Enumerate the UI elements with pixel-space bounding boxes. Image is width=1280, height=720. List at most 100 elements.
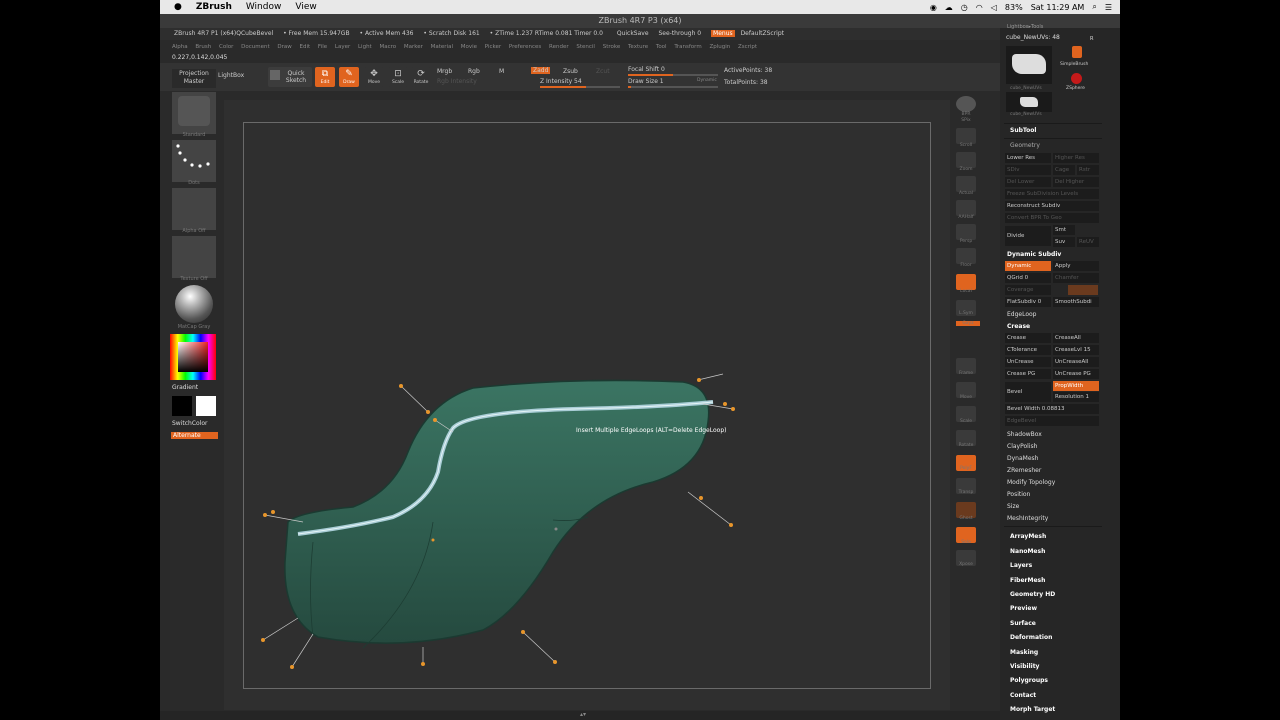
ctolerance-slider[interactable]: CTolerance bbox=[1005, 345, 1051, 355]
current-tool-slider[interactable]: cube_NewUVs: 48 bbox=[1006, 34, 1060, 41]
rotate-button[interactable]: ⟳ Rotate bbox=[411, 67, 431, 87]
projection-master-button[interactable]: Projection Master bbox=[172, 69, 216, 88]
crease-button[interactable]: Crease bbox=[1005, 333, 1051, 343]
subtool-header[interactable]: SubTool bbox=[1010, 127, 1036, 134]
edgeloop-header[interactable]: EdgeLoop bbox=[1007, 311, 1037, 318]
brush-thumbnail[interactable] bbox=[172, 92, 216, 134]
menu-transform[interactable]: Transform bbox=[674, 44, 701, 50]
sdiv-slider[interactable]: SDiv bbox=[1005, 165, 1051, 175]
resolution-slider[interactable]: Resolution 1 bbox=[1053, 392, 1099, 402]
bottom-shelf-toggle-icon[interactable]: ▴▾ bbox=[580, 711, 586, 718]
color-square[interactable] bbox=[178, 342, 208, 372]
apple-icon[interactable]: ● bbox=[174, 2, 182, 12]
edgebevel-button[interactable]: EdgeBevel bbox=[1005, 416, 1099, 426]
move-button[interactable]: ✥ Move bbox=[364, 67, 384, 87]
arraymesh-section[interactable]: ArrayMesh bbox=[1010, 533, 1046, 540]
aahalf-icon[interactable] bbox=[956, 200, 976, 216]
coverage-curve-swatch[interactable] bbox=[1068, 285, 1098, 295]
nanomesh-section[interactable]: NanoMesh bbox=[1010, 548, 1045, 555]
deformation-section[interactable]: Deformation bbox=[1010, 634, 1052, 641]
notification-icon[interactable]: ☰ bbox=[1105, 3, 1112, 12]
wifi-icon[interactable]: ◠ bbox=[976, 3, 983, 12]
menu-draw[interactable]: Draw bbox=[277, 44, 291, 50]
creaseall-button[interactable]: CreaseAll bbox=[1053, 333, 1099, 343]
clock[interactable]: Sat 11:29 AM bbox=[1031, 3, 1085, 12]
contact-section[interactable]: Contact bbox=[1010, 692, 1036, 699]
rgb-intensity-slider[interactable]: Rgb Intensity bbox=[437, 78, 477, 85]
spix-label[interactable]: SPix bbox=[952, 118, 980, 123]
spotlight-icon[interactable]: ⌕ bbox=[1092, 2, 1096, 12]
convert-bpr-button[interactable]: Convert BPR To Geo bbox=[1005, 213, 1099, 223]
uncrease-pg-button[interactable]: UnCrease PG bbox=[1053, 369, 1099, 379]
rstr-button[interactable]: Rstr bbox=[1077, 165, 1099, 175]
zsphere-icon[interactable] bbox=[1071, 73, 1082, 84]
freeze-subdiv-button[interactable]: Freeze SubDivision Levels bbox=[1005, 189, 1099, 199]
shadowbox-section[interactable]: ShadowBox bbox=[1007, 431, 1042, 438]
menu-color[interactable]: Color bbox=[219, 44, 233, 50]
menu-stroke[interactable]: Stroke bbox=[603, 44, 621, 50]
menubar-app-name[interactable]: ZBrush bbox=[196, 2, 232, 12]
bevel-button[interactable]: Bevel bbox=[1005, 382, 1051, 402]
mesh-viewport[interactable] bbox=[243, 122, 931, 689]
floor-icon[interactable] bbox=[956, 248, 976, 264]
scale-button[interactable]: ⊡ Scale bbox=[388, 67, 408, 87]
menu-layer[interactable]: Layer bbox=[335, 44, 350, 50]
flatsubdiv-slider[interactable]: FlatSubdiv 0 bbox=[1005, 297, 1051, 307]
crease-header[interactable]: Crease bbox=[1007, 323, 1030, 330]
stroke-thumbnail[interactable] bbox=[172, 140, 216, 182]
draw-button[interactable]: ✎ Draw bbox=[339, 67, 359, 87]
smt-button[interactable]: Smt bbox=[1053, 225, 1075, 235]
suv-button[interactable]: Suv bbox=[1053, 237, 1075, 247]
menu-movie[interactable]: Movie bbox=[461, 44, 477, 50]
del-lower-button[interactable]: Del Lower bbox=[1005, 177, 1051, 187]
menu-material[interactable]: Material bbox=[431, 44, 453, 50]
draw-size-slider[interactable]: Draw Size 1 bbox=[628, 78, 664, 85]
menu-document[interactable]: Document bbox=[241, 44, 270, 50]
menus-toggle[interactable]: Menus bbox=[711, 30, 735, 37]
menu-tool[interactable]: Tool bbox=[656, 44, 667, 50]
uncreaseall-button[interactable]: UnCreaseAll bbox=[1053, 357, 1099, 367]
tool-thumb-cube-2[interactable] bbox=[1006, 92, 1052, 112]
divide-button[interactable]: Divide bbox=[1005, 226, 1051, 246]
geometry-hd-section[interactable]: Geometry HD bbox=[1010, 591, 1055, 598]
menu-edit[interactable]: Edit bbox=[300, 44, 311, 50]
alternate-button[interactable]: Alternate bbox=[171, 432, 218, 439]
dynamesh-section[interactable]: DynaMesh bbox=[1007, 455, 1038, 462]
draw-size-track[interactable] bbox=[628, 86, 718, 88]
propwidth-button[interactable]: PropWidth bbox=[1053, 381, 1099, 391]
higher-res-button[interactable]: Higher Res bbox=[1053, 153, 1099, 163]
gradient-label[interactable]: Gradient bbox=[172, 384, 198, 391]
actual-icon[interactable] bbox=[956, 176, 976, 192]
persp-icon[interactable] bbox=[956, 224, 976, 240]
texture-thumbnail[interactable] bbox=[172, 236, 216, 278]
geometry-header[interactable]: Geometry bbox=[1010, 142, 1040, 149]
visibility-section[interactable]: Visibility bbox=[1010, 663, 1039, 670]
seethrough-slider[interactable]: See-through 0 bbox=[658, 30, 701, 37]
simplebrush-icon[interactable] bbox=[1066, 46, 1088, 60]
color-picker[interactable] bbox=[170, 334, 216, 380]
tool-thumb-cube[interactable] bbox=[1006, 46, 1052, 84]
reconstruct-subdiv-button[interactable]: Reconstruct Subdiv bbox=[1005, 201, 1099, 211]
z-intensity-slider[interactable]: Z Intensity 54 bbox=[540, 78, 582, 85]
quick-sketch-button[interactable]: Quick Sketch bbox=[268, 67, 312, 87]
default-zscript[interactable]: DefaultZScript bbox=[741, 30, 784, 37]
polygroups-section[interactable]: Polygroups bbox=[1010, 677, 1048, 684]
position-section[interactable]: Position bbox=[1007, 491, 1030, 498]
local-icon[interactable] bbox=[956, 274, 976, 290]
fibermesh-section[interactable]: FiberMesh bbox=[1010, 577, 1045, 584]
dynamic-subdiv-header[interactable]: Dynamic Subdiv bbox=[1007, 251, 1061, 258]
apply-button[interactable]: Apply bbox=[1053, 261, 1099, 271]
surface-section[interactable]: Surface bbox=[1010, 620, 1036, 627]
menu-preferences[interactable]: Preferences bbox=[509, 44, 541, 50]
menu-marker[interactable]: Marker bbox=[404, 44, 423, 50]
cage-button[interactable]: Cage bbox=[1053, 165, 1075, 175]
edit-button[interactable]: ⧉ Edit bbox=[315, 67, 335, 87]
menu-stencil[interactable]: Stencil bbox=[576, 44, 595, 50]
m-button[interactable]: M bbox=[499, 68, 504, 75]
rgb-button[interactable]: Rgb bbox=[468, 68, 480, 75]
morph-target-section[interactable]: Morph Target bbox=[1010, 706, 1055, 713]
cloud-icon[interactable]: ☁ bbox=[945, 3, 953, 12]
focal-shift-slider[interactable]: Focal Shift 0 bbox=[628, 66, 665, 73]
focal-shift-track[interactable] bbox=[628, 74, 718, 76]
mrgb-button[interactable]: Mrgb bbox=[437, 68, 452, 75]
